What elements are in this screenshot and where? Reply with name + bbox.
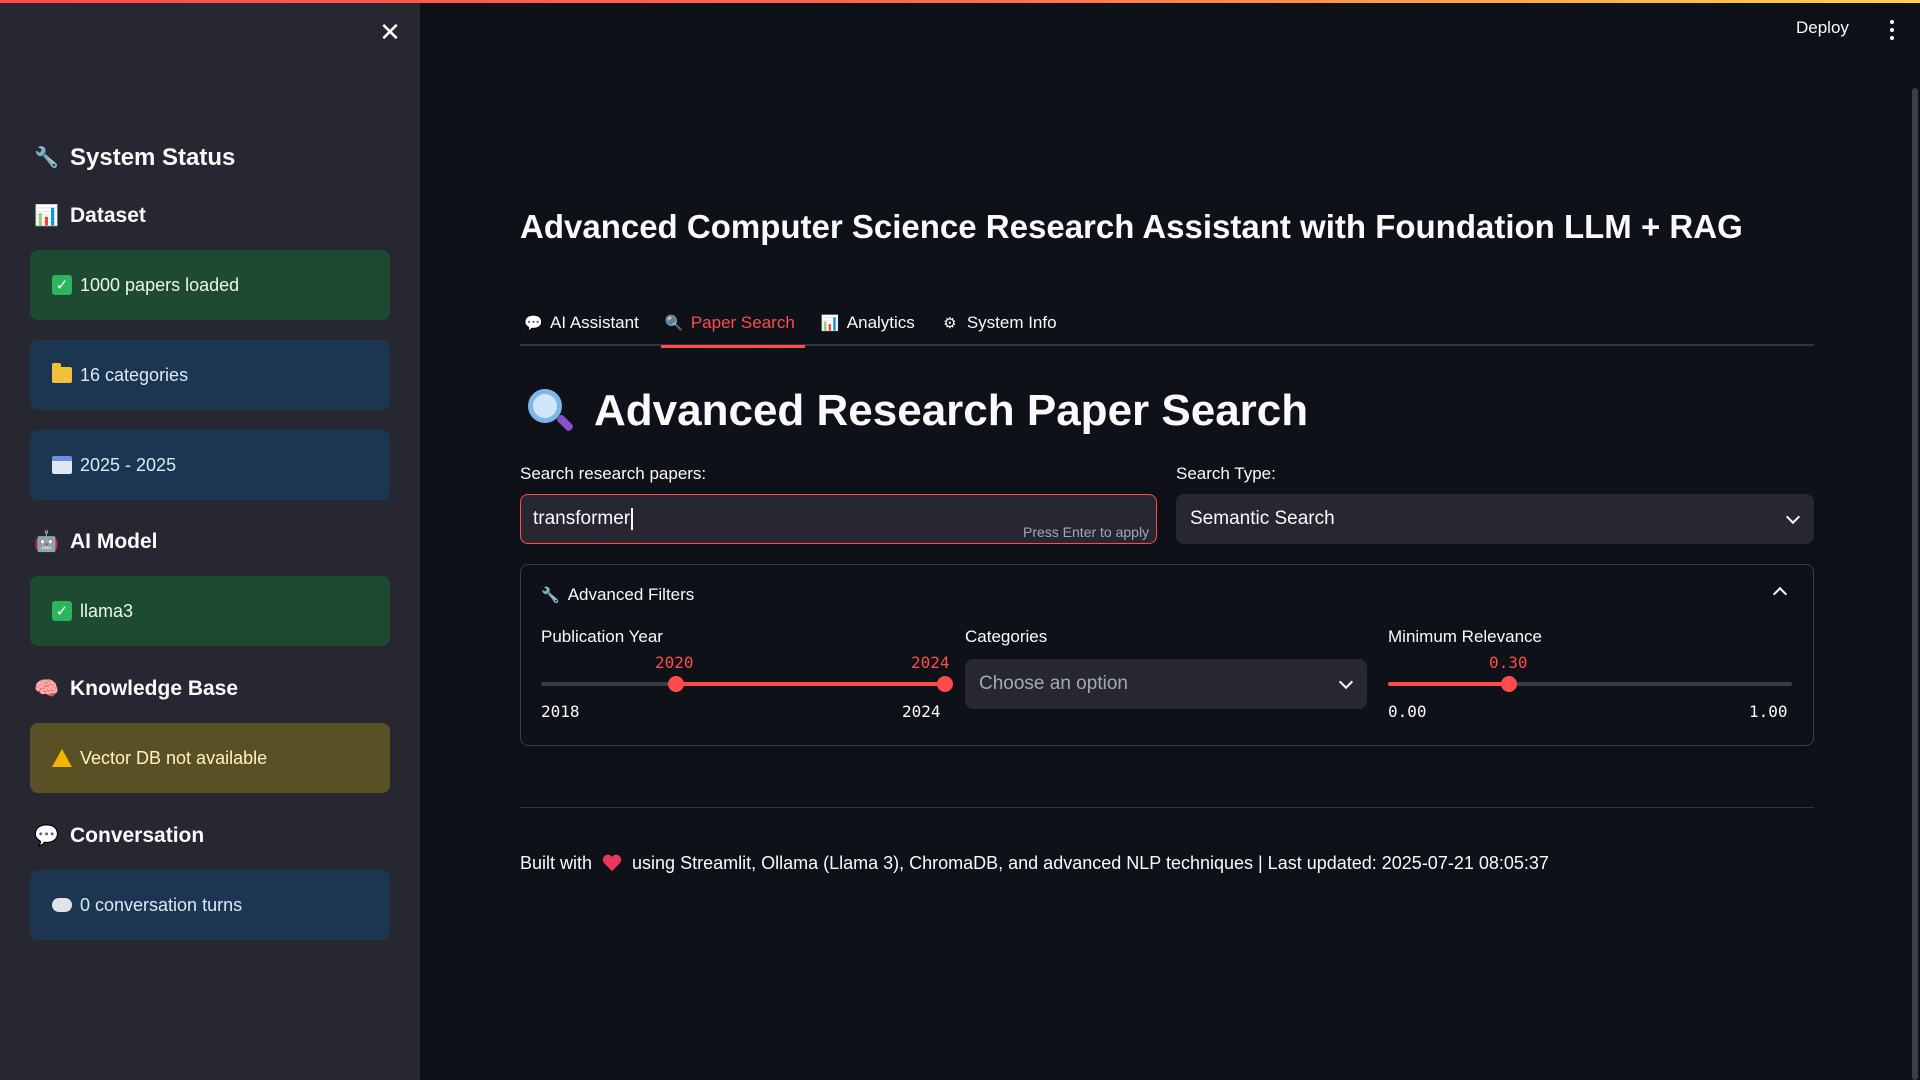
bar-chart-icon: 📊	[34, 205, 59, 227]
gear-icon: ⚙	[943, 315, 957, 332]
search-label: Search research papers:	[520, 464, 707, 483]
section-title: Advanced Research Paper Search	[526, 386, 1308, 436]
close-sidebar-button[interactable]: ✕	[376, 18, 404, 46]
text-caret	[631, 508, 633, 530]
year-high-value: 2024	[911, 653, 950, 672]
top-accent-bar	[0, 0, 1920, 3]
tab-paper-search[interactable]: 🔍 Paper Search	[660, 300, 805, 348]
page-title: Advanced Computer Science Research Assis…	[520, 208, 1743, 245]
categories-label: Categories	[965, 627, 1048, 646]
search-type-select[interactable]: Semantic Search	[1176, 494, 1814, 544]
wrench-icon: 🔧	[541, 587, 560, 604]
chevron-up-icon[interactable]	[1772, 586, 1788, 602]
tab-bar: 💬 AI Assistant 🔍 Paper Search 📊 Analytic…	[520, 300, 1814, 348]
year-max-label: 2024	[902, 702, 941, 721]
year-low-value: 2020	[655, 653, 694, 672]
wrench-icon: 🔧	[34, 147, 59, 169]
more-options-icon[interactable]	[1884, 18, 1900, 42]
categories-select[interactable]: Choose an option	[965, 659, 1367, 709]
year-high-handle[interactable]	[937, 676, 953, 692]
relevance-value: 0.30	[1489, 653, 1528, 672]
footer: Built with using Streamlit, Ollama (Llam…	[520, 853, 1549, 873]
relevance-slider-fill	[1388, 682, 1509, 686]
warning-icon	[52, 748, 72, 768]
folder-icon	[52, 363, 72, 385]
chevron-down-icon	[1338, 674, 1354, 690]
knowledge-base-heading: 🧠 Knowledge Base	[34, 677, 239, 700]
thought-bubble-icon	[52, 895, 72, 915]
model-status-alert: ✓ llama3	[30, 576, 390, 646]
check-icon: ✓	[52, 601, 72, 621]
ai-model-heading: 🤖 AI Model	[34, 530, 158, 553]
year-slider-fill	[676, 682, 946, 686]
speech-bubble-icon: 💬	[34, 825, 59, 847]
dataset-heading: 📊 Dataset	[34, 204, 146, 227]
tab-analytics[interactable]: 📊 Analytics	[817, 300, 925, 346]
papers-loaded-alert: ✓ 1000 papers loaded	[30, 250, 390, 320]
chevron-down-icon	[1785, 509, 1801, 525]
year-low-handle[interactable]	[668, 676, 684, 692]
magnifier-icon	[526, 387, 575, 435]
deploy-button[interactable]: Deploy	[1796, 18, 1849, 38]
year-min-label: 2018	[541, 702, 580, 721]
calendar-icon	[52, 455, 72, 475]
check-icon: ✓	[52, 275, 72, 295]
brain-icon: 🧠	[34, 678, 59, 700]
relevance-min-label: 0.00	[1388, 702, 1427, 721]
heart-icon	[602, 855, 622, 873]
system-status-heading: 🔧 System Status	[34, 144, 236, 171]
search-type-label: Search Type:	[1176, 464, 1276, 483]
robot-icon: 🤖	[34, 531, 59, 553]
divider	[520, 807, 1814, 808]
sidebar: ✕ 🔧 System Status 📊 Dataset ✓ 1000 paper…	[0, 0, 420, 1080]
conversation-heading: 💬 Conversation	[34, 824, 205, 847]
categories-count-alert: 16 categories	[30, 340, 390, 410]
bar-chart-icon: 📊	[820, 315, 840, 332]
magnifier-icon: 🔍	[664, 315, 684, 332]
advanced-filters-toggle[interactable]: 🔧 Advanced Filters	[541, 585, 694, 605]
tab-system-info[interactable]: ⚙ System Info	[937, 300, 1067, 346]
tab-ai-assistant[interactable]: 💬 AI Assistant	[520, 300, 649, 346]
vector-db-warning: Vector DB not available	[30, 723, 390, 793]
enter-hint: Press Enter to apply	[1023, 524, 1150, 540]
conversation-turns-alert: 0 conversation turns	[30, 870, 390, 940]
scrollbar[interactable]	[1912, 88, 1918, 1080]
speech-bubble-icon: 💬	[524, 315, 543, 332]
relevance-max-label: 1.00	[1749, 702, 1788, 721]
relevance-handle[interactable]	[1501, 676, 1517, 692]
min-relevance-label: Minimum Relevance	[1388, 627, 1542, 646]
advanced-filters-expander: 🔧 Advanced Filters Publication Year 2020…	[520, 564, 1814, 746]
publication-year-label: Publication Year	[541, 627, 663, 646]
year-range-alert: 2025 - 2025	[30, 430, 390, 500]
